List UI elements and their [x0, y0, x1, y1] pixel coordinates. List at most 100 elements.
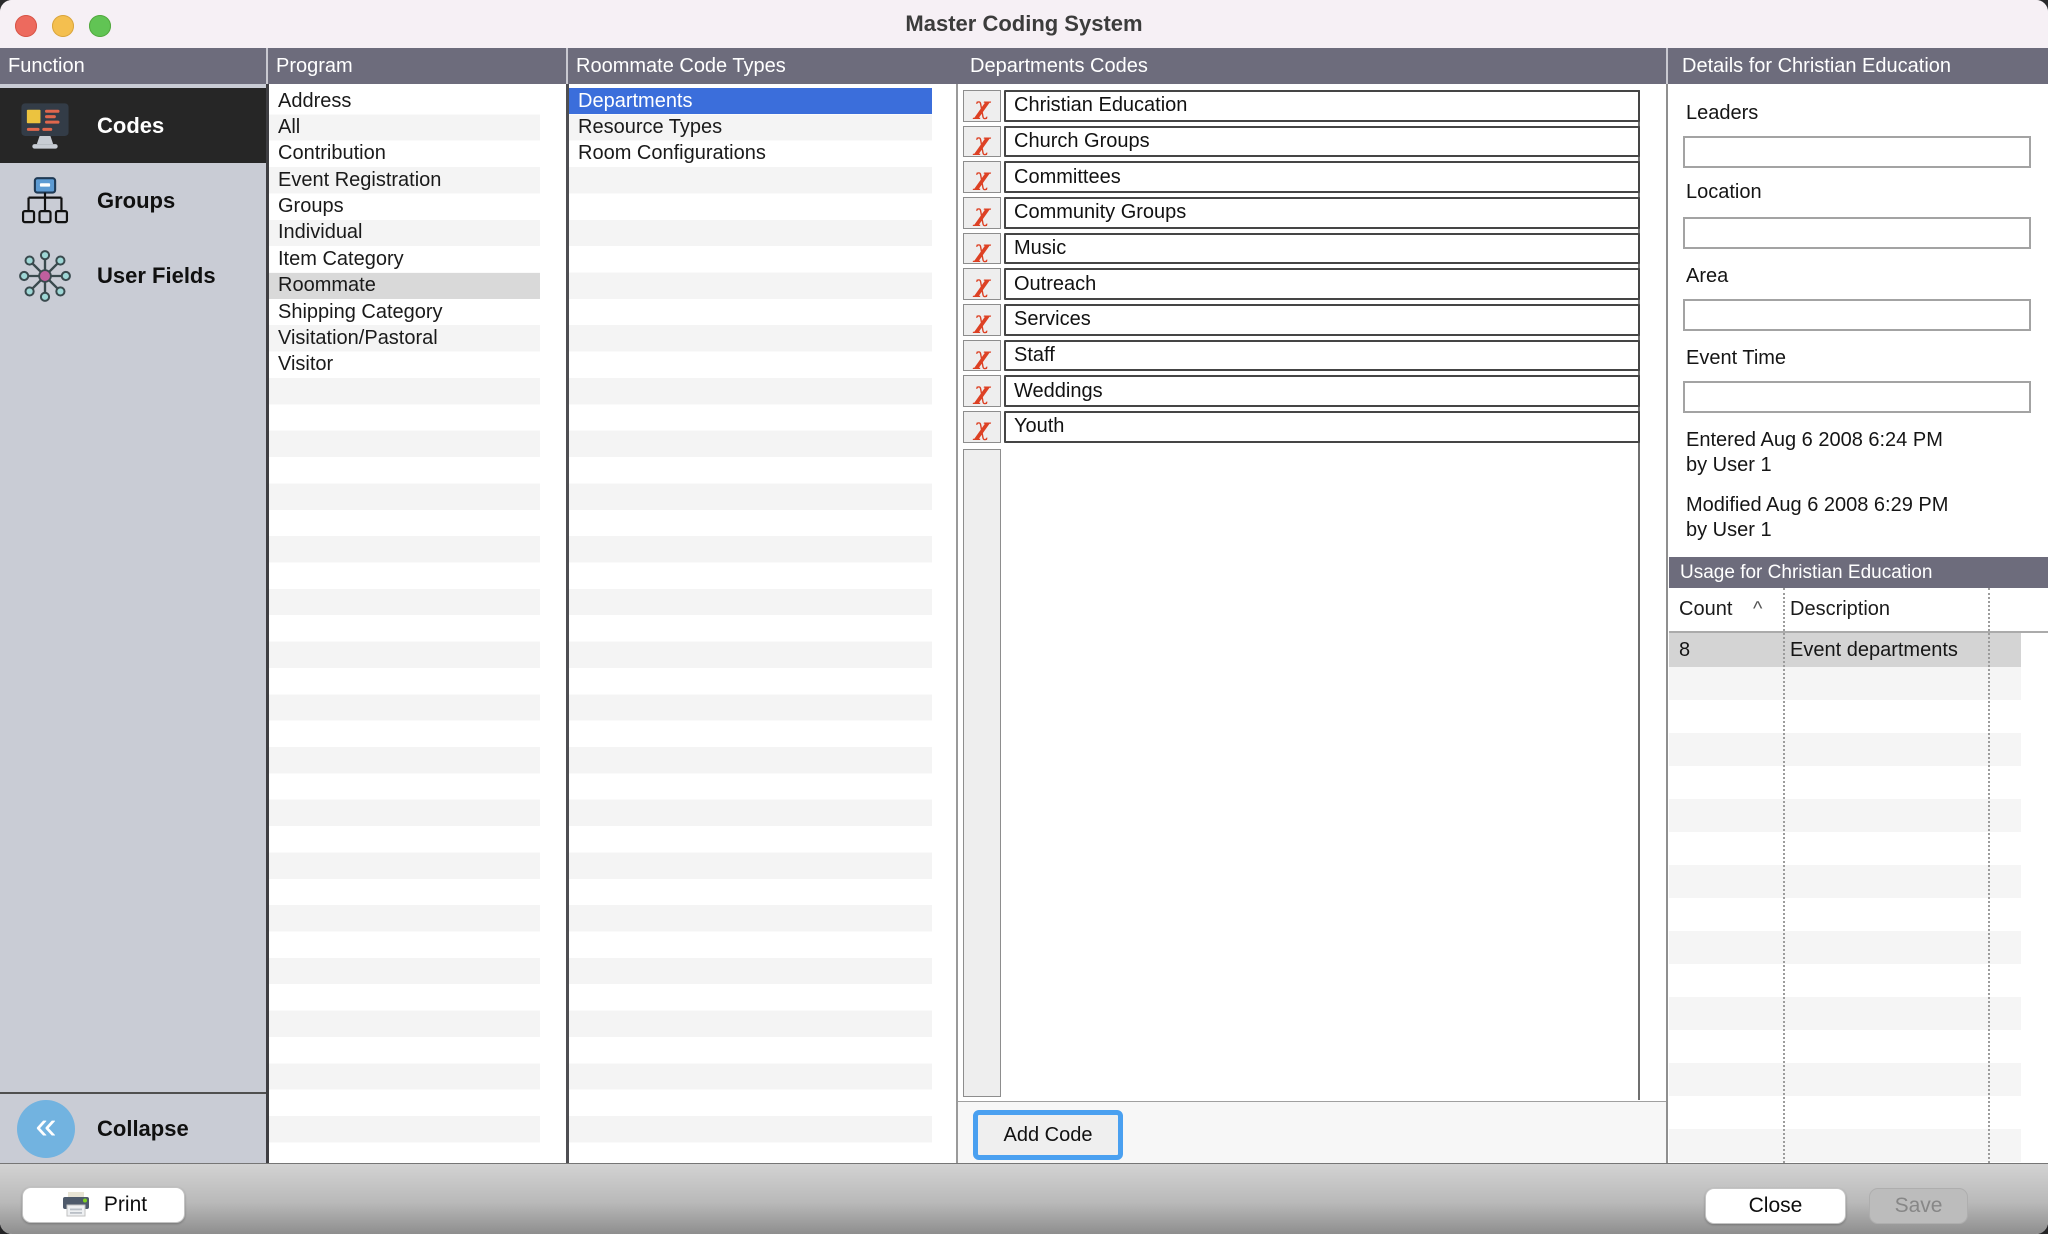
- program-list-item[interactable]: All: [269, 114, 540, 140]
- codes-monitor-icon: [15, 96, 75, 156]
- codes-footer: Add Code: [958, 1101, 1666, 1163]
- minimize-window-icon[interactable]: [52, 15, 74, 37]
- sort-ascending-icon[interactable]: ^: [1753, 588, 1762, 631]
- sidebar-item-codes[interactable]: Codes: [0, 88, 266, 163]
- close-window-icon[interactable]: [15, 15, 37, 37]
- app-window: Master Coding System Function Program Ro…: [0, 0, 2048, 1234]
- delete-code-button[interactable]: χ: [963, 197, 1001, 229]
- sidebar-item-label: Groups: [97, 188, 175, 214]
- column-divider: [956, 84, 958, 1163]
- location-label: Location: [1686, 181, 1762, 204]
- delete-x-icon: χ: [974, 94, 990, 118]
- bottom-toolbar: Print Close Save: [0, 1163, 2048, 1234]
- delete-code-button[interactable]: χ: [963, 411, 1001, 443]
- code-types-list: DepartmentsResource TypesRoom Configurat…: [569, 84, 955, 1163]
- usage-description-cell: Event departments: [1790, 633, 1958, 667]
- code-name-field[interactable]: Christian Education: [1004, 90, 1640, 122]
- add-code-button[interactable]: Add Code: [973, 1110, 1123, 1160]
- groups-orgchart-icon: [15, 171, 75, 231]
- entered-info: Entered Aug 6 2008 6:24 PMby User 1: [1686, 428, 1943, 478]
- sidebar-item-user-fields[interactable]: User Fields: [0, 238, 266, 313]
- leaders-label: Leaders: [1686, 102, 1758, 125]
- program-list-item[interactable]: Individual: [269, 220, 540, 246]
- column-header-bar: Function Program Roommate Code Types Dep…: [0, 48, 2048, 84]
- usage-column-separator: [1988, 588, 1990, 1163]
- program-list-item[interactable]: Contribution: [269, 141, 540, 167]
- collapse-label: Collapse: [97, 1116, 189, 1142]
- column-divider: [1666, 84, 1668, 1163]
- details-panel: Leaders Location Area Event Time Entered…: [1669, 84, 2048, 1163]
- program-list-item[interactable]: Visitation/Pastoral: [269, 325, 540, 351]
- delete-code-button[interactable]: χ: [963, 340, 1001, 372]
- code-type-item[interactable]: Room Configurations: [569, 141, 932, 167]
- code-name-field[interactable]: Music: [1004, 233, 1640, 265]
- department-codes-panel: χChristian EducationχChurch GroupsχCommi…: [958, 84, 1666, 1163]
- close-button[interactable]: Close: [1705, 1188, 1846, 1224]
- header-details: Details for Christian Education: [1682, 48, 1951, 84]
- delete-code-button[interactable]: χ: [963, 375, 1001, 407]
- delete-code-button[interactable]: χ: [963, 268, 1001, 300]
- delete-code-button[interactable]: χ: [963, 161, 1001, 193]
- usage-column-separator: [1783, 588, 1785, 1163]
- usage-count-cell: 8: [1679, 633, 1690, 667]
- delete-x-icon: χ: [974, 165, 990, 189]
- usage-table-row[interactable]: 8 Event departments: [1669, 633, 2021, 667]
- usage-title: Usage for Christian Education: [1680, 562, 1932, 584]
- program-list-item[interactable]: Groups: [269, 193, 540, 219]
- title-bar: Master Coding System: [0, 0, 2048, 48]
- event-time-field[interactable]: [1683, 381, 2031, 413]
- delete-x-icon: χ: [974, 130, 990, 154]
- code-name-field[interactable]: Staff: [1004, 340, 1640, 372]
- print-label: Print: [104, 1193, 147, 1217]
- code-name-field[interactable]: Church Groups: [1004, 126, 1640, 158]
- program-list-item[interactable]: Event Registration: [269, 167, 540, 193]
- header-function: Function: [8, 48, 85, 84]
- program-list: AddressAllContributionEvent Registration…: [269, 84, 566, 1163]
- delete-code-button[interactable]: χ: [963, 90, 1001, 122]
- program-list-item[interactable]: Visitor: [269, 352, 540, 378]
- delete-x-icon: χ: [974, 308, 990, 332]
- save-button[interactable]: Save: [1869, 1188, 1968, 1224]
- code-type-item[interactable]: Resource Types: [569, 114, 932, 140]
- page-title: Master Coding System: [905, 11, 1142, 37]
- column-divider: [566, 84, 569, 1163]
- program-list-item[interactable]: Address: [269, 88, 540, 114]
- add-code-label: Add Code: [1004, 1124, 1093, 1147]
- close-label: Close: [1749, 1194, 1803, 1218]
- delete-code-button[interactable]: χ: [963, 304, 1001, 336]
- event-time-label: Event Time: [1686, 347, 1786, 370]
- header-departments-codes: Departments Codes: [970, 48, 1148, 84]
- delete-x-icon: χ: [974, 344, 990, 368]
- delete-x-icon: χ: [974, 379, 990, 403]
- usage-section-header: Usage for Christian Education: [1669, 557, 2048, 588]
- location-field[interactable]: [1683, 217, 2031, 249]
- program-list-item[interactable]: Item Category: [269, 246, 540, 272]
- code-name-field[interactable]: Community Groups: [1004, 197, 1640, 229]
- delete-code-button[interactable]: χ: [963, 233, 1001, 265]
- delete-x-icon: χ: [974, 415, 990, 439]
- leaders-field[interactable]: [1683, 136, 2031, 168]
- code-name-field[interactable]: Services: [1004, 304, 1640, 336]
- area-field[interactable]: [1683, 299, 2031, 331]
- code-types-stripes: [569, 88, 932, 1163]
- delete-code-button[interactable]: χ: [963, 126, 1001, 158]
- usage-count-header[interactable]: Count: [1679, 588, 1732, 631]
- code-name-field[interactable]: Committees: [1004, 161, 1640, 193]
- print-button[interactable]: Print: [22, 1187, 185, 1223]
- collapse-button[interactable]: « Collapse: [0, 1094, 266, 1163]
- program-list-item[interactable]: Shipping Category: [269, 299, 540, 325]
- code-name-field[interactable]: Outreach: [1004, 268, 1640, 300]
- code-name-field[interactable]: Weddings: [1004, 375, 1640, 407]
- column-divider: [266, 84, 269, 1163]
- user-fields-network-icon: [15, 246, 75, 306]
- zoom-window-icon[interactable]: [89, 15, 111, 37]
- delete-x-icon: χ: [974, 272, 990, 296]
- empty-delete-column: [963, 449, 1001, 1097]
- program-list-item[interactable]: Roommate: [269, 273, 540, 299]
- sidebar-item-label: Codes: [97, 113, 164, 139]
- usage-description-header[interactable]: Description: [1790, 588, 1890, 631]
- collapse-double-chevron-icon: «: [17, 1100, 75, 1158]
- code-type-item[interactable]: Departments: [569, 88, 932, 114]
- sidebar-item-groups[interactable]: Groups: [0, 163, 266, 238]
- code-name-field[interactable]: Youth: [1004, 411, 1640, 443]
